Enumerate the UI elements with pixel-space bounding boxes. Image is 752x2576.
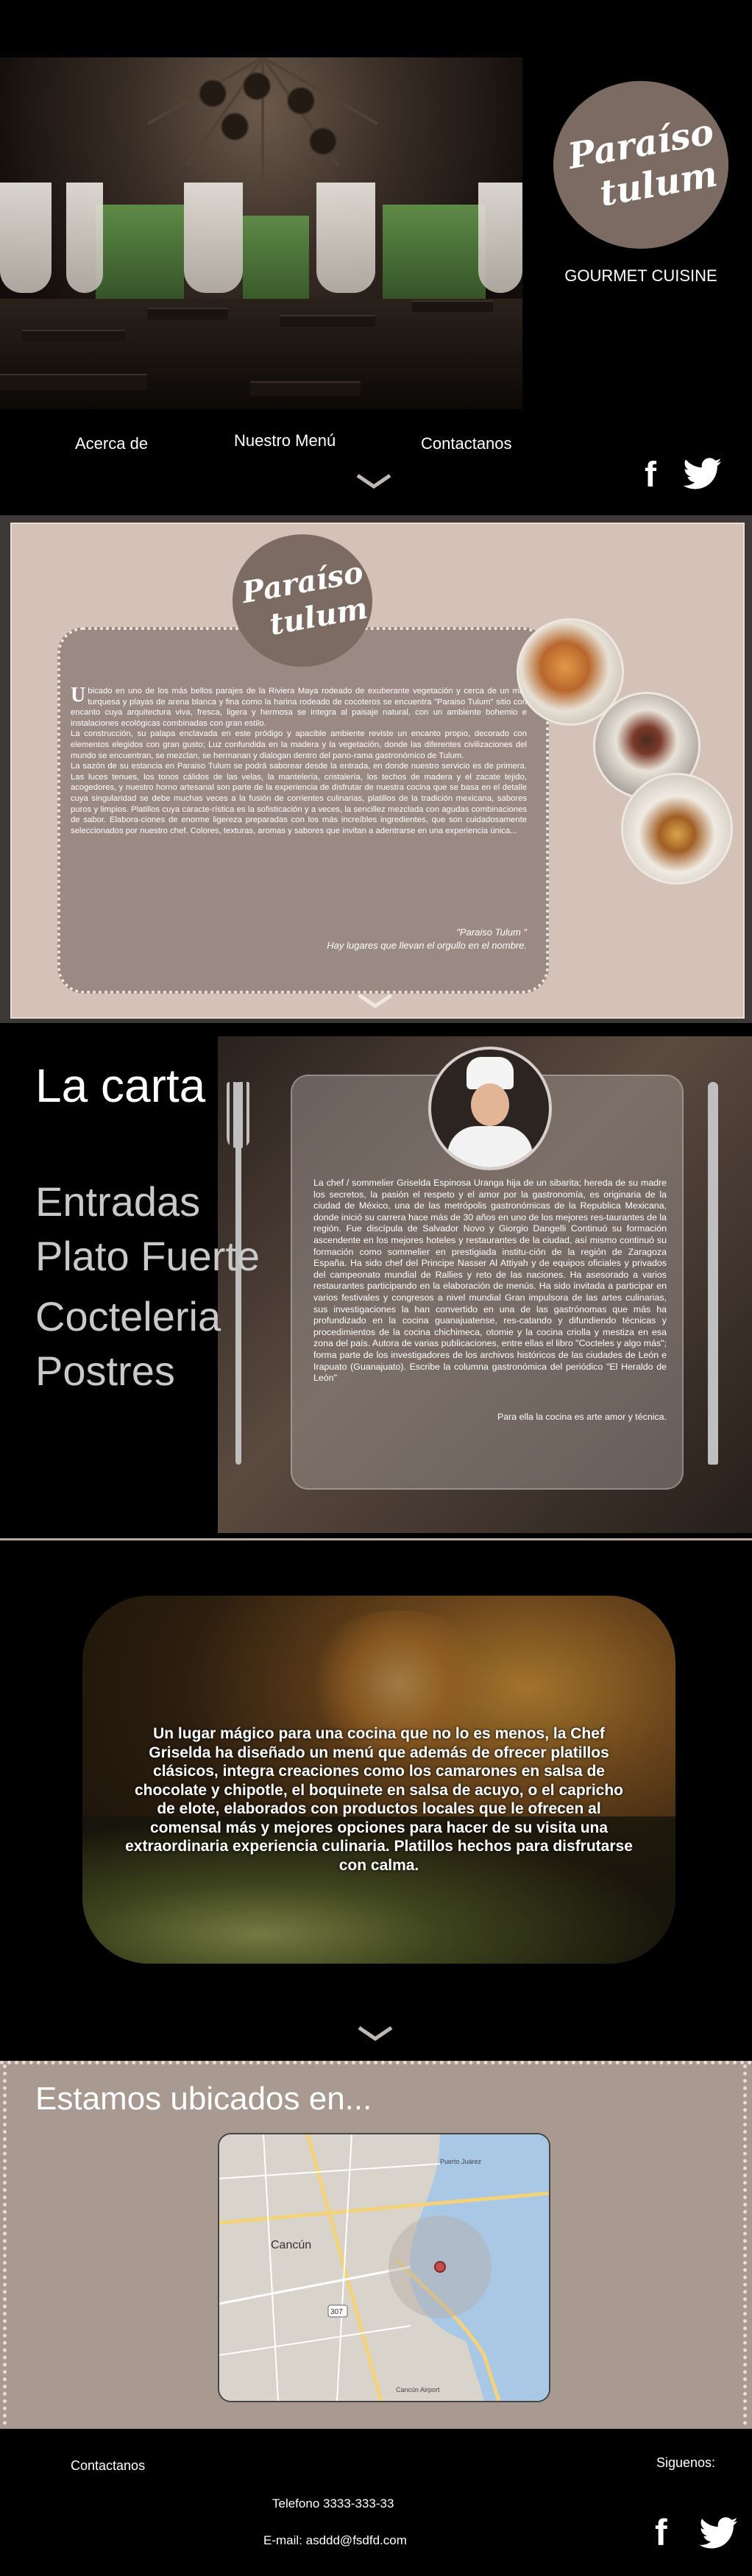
menu-plato-fuerte[interactable]: Plato Fuerte: [35, 1232, 260, 1280]
feature-description: Un lugar mágico para una cocina que no l…: [125, 1725, 633, 1874]
about-sign-line: Hay lugares que llevan el orgullo en el …: [327, 940, 527, 951]
map-route-label: 307: [330, 2308, 343, 2316]
footer-email[interactable]: E-mail: asddd@fsdfd.com: [263, 2533, 407, 2548]
location-map[interactable]: Cancún Puerto Juárez Cancún Airport 307: [218, 2133, 550, 2402]
feature-section: Un lugar mágico para una cocina que no l…: [0, 1538, 752, 2063]
chef-quote: Para ella la cocina es arte amor y técni…: [497, 1412, 667, 1422]
footer-follow-title: Siguenos:: [656, 2455, 716, 2470]
menu-postres[interactable]: Postres: [35, 1347, 175, 1395]
map-graphic[interactable]: Cancún Puerto Juárez Cancún Airport 307: [219, 2134, 549, 2401]
about-paragraph-1: bicado en uno de los más bellos parajes …: [71, 687, 527, 728]
about-description: Ubicado en uno de los más bellos parajes…: [71, 684, 527, 836]
chef-photo: [428, 1047, 552, 1170]
knife-icon: [708, 1082, 718, 1465]
about-sign-name: "Paraiso Tulum ": [456, 927, 527, 938]
map-pin-icon[interactable]: [434, 2261, 446, 2273]
restaurant-photo: [0, 57, 522, 409]
facebook-icon[interactable]: f: [655, 2511, 667, 2554]
location-section: Estamos ubicados en... Cancún Puerto Juá…: [0, 2061, 752, 2436]
nav-menu[interactable]: Nuestro Menú: [234, 431, 336, 450]
about-paragraph-3: La sazón de su estancia en Paraiso Tulum…: [71, 762, 527, 835]
twitter-icon[interactable]: [699, 2517, 739, 2550]
chevron-down-icon[interactable]: [356, 474, 391, 489]
twitter-icon[interactable]: [683, 458, 723, 490]
map-city-label: Cancún: [271, 2239, 311, 2251]
map-label-top: Puerto Juárez: [440, 2158, 482, 2165]
map-label-bottom: Cancún Airport: [396, 2386, 440, 2393]
brand-tagline: GOURMET CUISINE: [564, 266, 717, 285]
hero-section: Paraíso tulum GOURMET CUISINE Acerca de …: [0, 0, 752, 515]
footer-contact-title: Contactanos: [71, 2458, 146, 2473]
about-logo: Paraíso tulum: [233, 534, 372, 667]
about-dropcap: U: [71, 684, 86, 707]
about-panel: Paraíso tulum Ubicado en uno de los más …: [10, 523, 745, 1019]
facebook-icon[interactable]: f: [645, 455, 656, 495]
footer: Contactanos Siguenos: Telefono 3333-333-…: [0, 2429, 752, 2576]
chevron-down-icon[interactable]: [358, 994, 393, 1008]
carta-title: La carta: [35, 1059, 206, 1112]
chevron-down-icon[interactable]: [358, 2026, 393, 2041]
about-paragraph-2: La construcción, su palapa enclavada en …: [71, 729, 527, 760]
about-signature: "Paraiso Tulum " Hay lugares que llevan …: [291, 926, 527, 952]
location-title: Estamos ubicados en...: [35, 2081, 372, 2117]
food-photo-dessert: [621, 773, 733, 885]
menu-cocteleria[interactable]: Cocteleria: [35, 1292, 221, 1340]
menu-section: La carta Entradas Plato Fuerte Cocteleri…: [0, 1023, 752, 1538]
chef-biography: La chef / sommelier Griselda Espinosa Ur…: [313, 1178, 667, 1384]
brand-logo[interactable]: Paraíso tulum: [553, 81, 728, 249]
about-section: Paraíso tulum Ubicado en uno de los más …: [0, 515, 752, 1023]
menu-entradas[interactable]: Entradas: [35, 1178, 200, 1225]
footer-phone: Telefono 3333-333-33: [272, 2497, 394, 2510]
nav-contact[interactable]: Contactanos: [421, 434, 512, 453]
nav-about[interactable]: Acerca de: [75, 434, 148, 453]
